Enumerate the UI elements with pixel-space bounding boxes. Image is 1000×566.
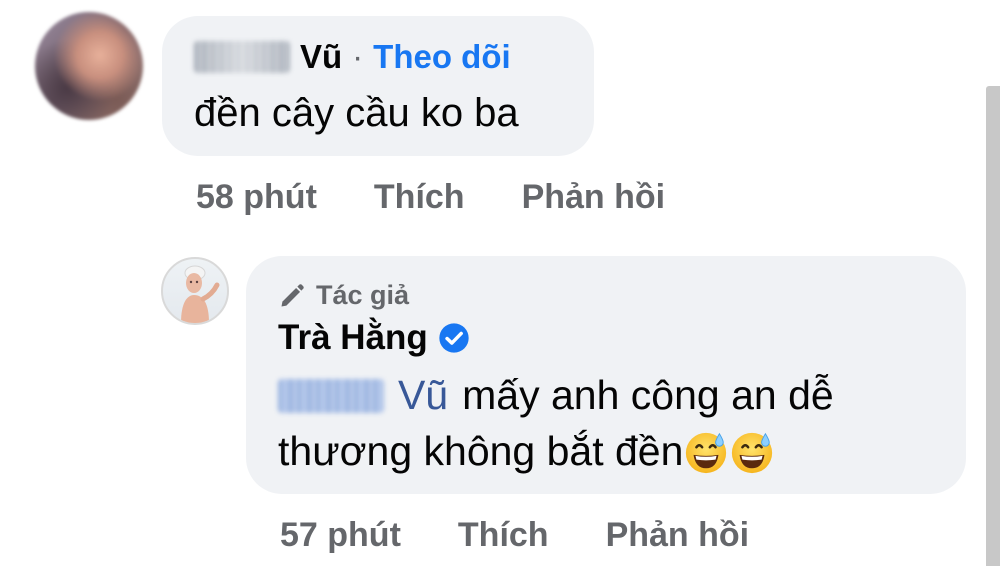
verified-badge-icon	[439, 323, 469, 353]
grinning-sweat-emoji-icon	[732, 432, 773, 473]
reply-actions: 57 phút Thích Phản hồi	[280, 516, 749, 555]
like-button[interactable]: Thích	[458, 516, 549, 555]
pencil-icon	[281, 283, 304, 306]
commenter-name[interactable]: Vũ	[300, 38, 342, 76]
reply-text: mấy anh công an dễ	[462, 372, 834, 418]
like-button[interactable]: Thích	[374, 178, 465, 217]
author-badge: Tác giả	[278, 280, 409, 311]
blurred-mention[interactable]	[278, 378, 384, 413]
author-avatar[interactable]	[161, 257, 229, 325]
reply-text: thương không bắt đền	[278, 428, 684, 474]
comment-actions: 58 phút Thích Phản hồi	[196, 178, 665, 217]
blurred-name[interactable]	[194, 41, 290, 73]
reply-button[interactable]: Phản hồi	[522, 178, 666, 217]
author-badge-label: Tác giả	[316, 280, 410, 310]
reply-button[interactable]: Phản hồi	[606, 516, 750, 555]
reply-timestamp[interactable]: 57 phút	[280, 516, 401, 555]
follow-link[interactable]: Theo dõi	[373, 38, 510, 76]
reply-text-line: thương không bắt đền	[278, 428, 775, 475]
mention-link[interactable]: Vũ	[398, 372, 448, 419]
scrollbar[interactable]	[986, 86, 1000, 566]
commenter-avatar[interactable]	[35, 12, 143, 120]
comment-text: đền cây cầu ko ba	[194, 91, 519, 135]
reply-header: Trà Hằng	[278, 318, 470, 358]
reply-text-line: Vũ mấy anh công an dễ	[278, 372, 834, 419]
comment-timestamp[interactable]: 58 phút	[196, 178, 317, 217]
comment-header: Vũ · Theo dõi	[194, 38, 511, 76]
separator-dot: ·	[352, 38, 364, 75]
author-name[interactable]: Trà Hằng	[278, 318, 428, 358]
grinning-sweat-emoji-icon	[686, 432, 727, 473]
